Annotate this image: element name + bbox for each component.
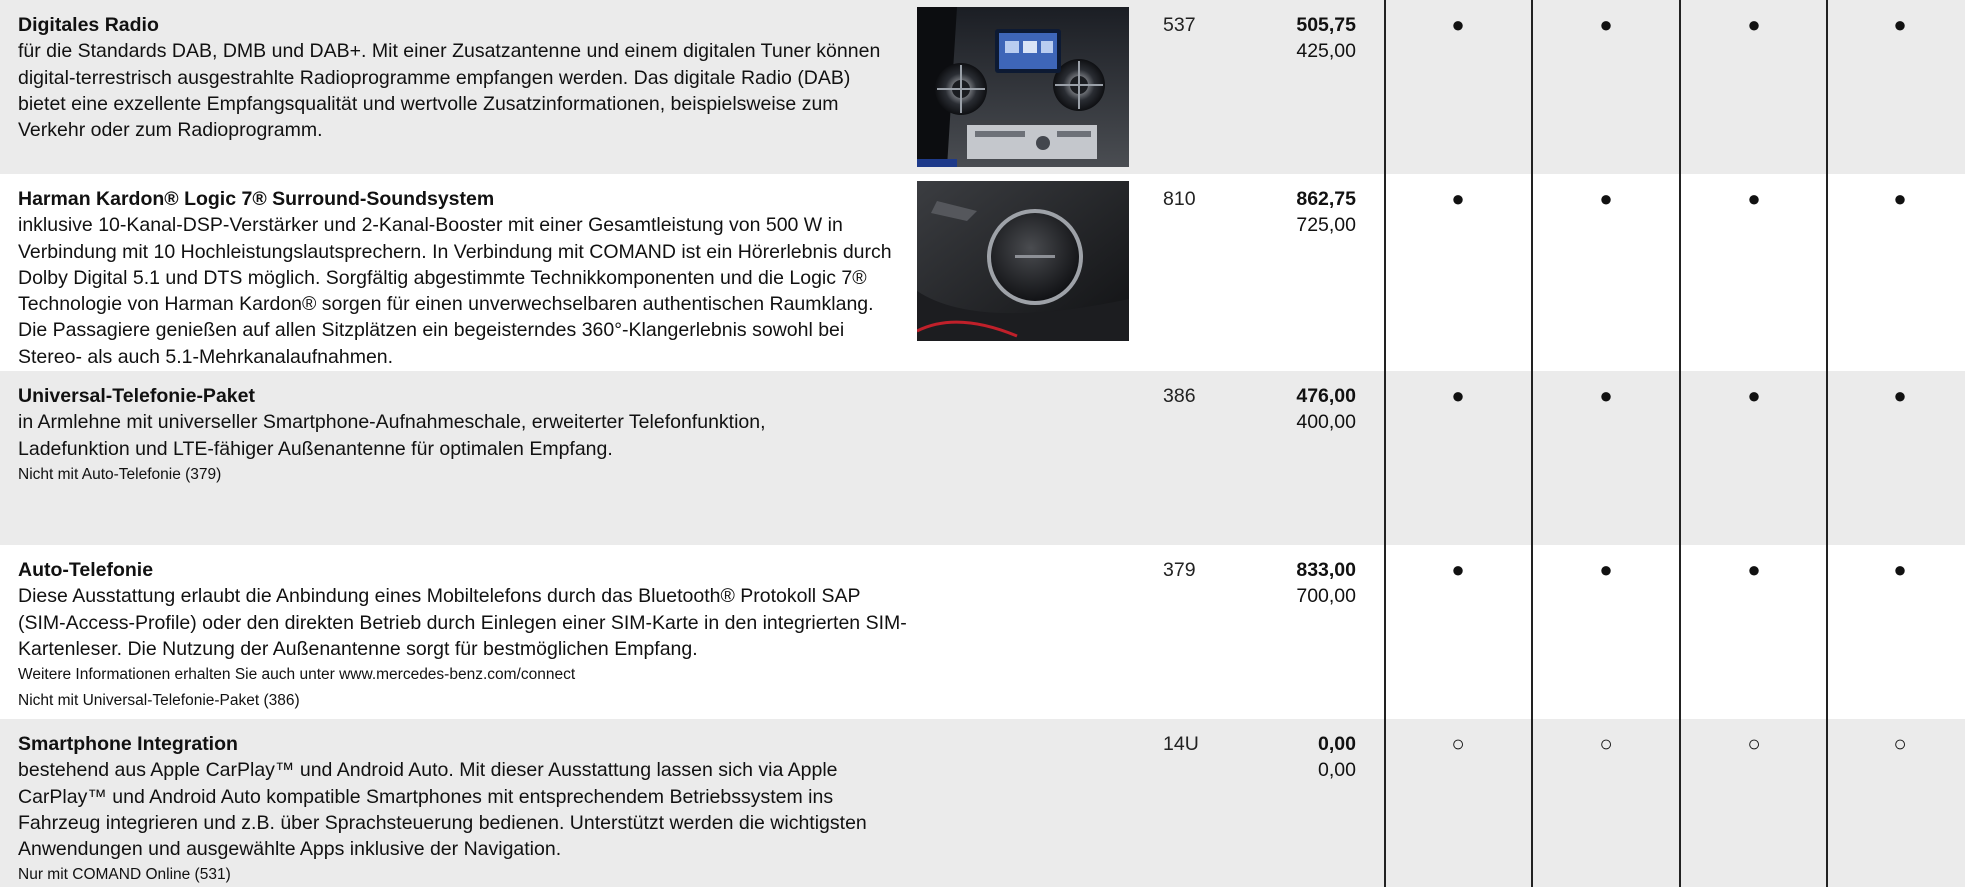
option-body: Diese Ausstattung erlaubt die Anbindung … <box>18 585 907 660</box>
option-description: Harman Kardon® Logic 7® Surround-Soundsy… <box>18 186 898 370</box>
option-note: Weitere Informationen erhalten Sie auch … <box>18 666 576 684</box>
table-row-auto-telefonie: Auto-Telefonie Diese Ausstattung erlaubt… <box>0 545 1965 719</box>
availability-mark: ● <box>1451 186 1465 211</box>
price-gross: 833,00 <box>1296 559 1356 581</box>
price-net: 700,00 <box>1296 585 1356 607</box>
availability-mark: ○ <box>1747 731 1761 756</box>
option-code: 537 <box>1163 14 1196 36</box>
option-description: Auto-Telefonie Diese Ausstattung erlaubt… <box>18 557 908 714</box>
equipment-table: Digitales Radio für die Standards DAB, D… <box>0 0 1965 887</box>
availability-mark: ● <box>1747 557 1761 582</box>
option-title: Universal-Telefonie-Paket <box>18 385 255 407</box>
price-block: 862,75 725,00 <box>1230 186 1356 238</box>
table-row-harman-kardon: Harman Kardon® Logic 7® Surround-Soundsy… <box>0 174 1965 371</box>
availability-mark: ● <box>1893 186 1907 211</box>
availability-mark: ● <box>1747 383 1761 408</box>
option-note: Nicht mit Auto-Telefonie (379) <box>18 465 222 483</box>
price-block: 505,75 425,00 <box>1230 12 1356 64</box>
availability-mark: ● <box>1747 12 1761 37</box>
option-code: 14U <box>1163 733 1199 755</box>
option-title: Harman Kardon® Logic 7® Surround-Soundsy… <box>18 188 495 210</box>
availability-mark: ● <box>1893 557 1907 582</box>
availability-mark: ● <box>1599 186 1613 211</box>
availability-mark: ● <box>1747 186 1761 211</box>
option-body: bestehend aus Apple CarPlay™ und Android… <box>18 759 867 861</box>
table-row-universal-telefonie: Universal-Telefonie-Paket in Armlehne mi… <box>0 371 1965 545</box>
price-net: 725,00 <box>1296 214 1356 236</box>
option-description: Universal-Telefonie-Paket in Armlehne mi… <box>18 383 918 488</box>
availability-mark: ● <box>1599 12 1613 37</box>
column-divider <box>1384 0 1386 887</box>
price-gross: 505,75 <box>1296 14 1356 36</box>
availability-mark: ● <box>1893 383 1907 408</box>
option-description: Smartphone Integration bestehend aus App… <box>18 731 898 888</box>
option-note: Nicht mit Universal-Telefonie-Paket (386… <box>18 692 300 710</box>
column-divider <box>1531 0 1533 887</box>
option-title: Auto-Telefonie <box>18 559 154 581</box>
availability-mark: ● <box>1599 557 1613 582</box>
price-gross: 862,75 <box>1296 188 1356 210</box>
availability-mark: ○ <box>1893 731 1907 756</box>
option-note: Nur mit COMAND Online (531) <box>18 866 231 884</box>
availability-mark: ● <box>1451 383 1465 408</box>
column-divider <box>1679 0 1681 887</box>
option-code: 810 <box>1163 188 1196 210</box>
option-description: Digitales Radio für die Standards DAB, D… <box>18 12 898 143</box>
column-divider <box>1826 0 1828 887</box>
price-net: 0,00 <box>1318 759 1356 781</box>
option-body: in Armlehne mit universeller Smartphone-… <box>18 411 766 460</box>
table-row-digital-radio: Digitales Radio für die Standards DAB, D… <box>0 0 1965 174</box>
availability-mark: ● <box>1599 383 1613 408</box>
table-row-smartphone-integration: Smartphone Integration bestehend aus App… <box>0 719 1965 887</box>
availability-mark: ○ <box>1451 731 1465 756</box>
speaker-door-photo <box>917 181 1129 341</box>
option-title: Smartphone Integration <box>18 733 238 755</box>
option-code: 379 <box>1163 559 1196 581</box>
availability-mark: ● <box>1451 557 1465 582</box>
radio-dashboard-photo <box>917 7 1129 167</box>
price-gross: 0,00 <box>1318 733 1356 755</box>
price-block: 476,00 400,00 <box>1230 383 1356 435</box>
price-net: 425,00 <box>1296 40 1356 62</box>
availability-mark: ○ <box>1599 731 1613 756</box>
price-net: 400,00 <box>1296 411 1356 433</box>
option-body: inklusive 10-Kanal-DSP-Verstärker und 2-… <box>18 214 892 368</box>
price-block: 0,00 0,00 <box>1230 731 1356 783</box>
availability-mark: ● <box>1451 12 1465 37</box>
availability-mark: ● <box>1893 12 1907 37</box>
price-gross: 476,00 <box>1296 385 1356 407</box>
option-title: Digitales Radio <box>18 14 159 36</box>
price-block: 833,00 700,00 <box>1230 557 1356 609</box>
option-body: für die Standards DAB, DMB und DAB+. Mit… <box>18 40 881 142</box>
option-code: 386 <box>1163 385 1196 407</box>
